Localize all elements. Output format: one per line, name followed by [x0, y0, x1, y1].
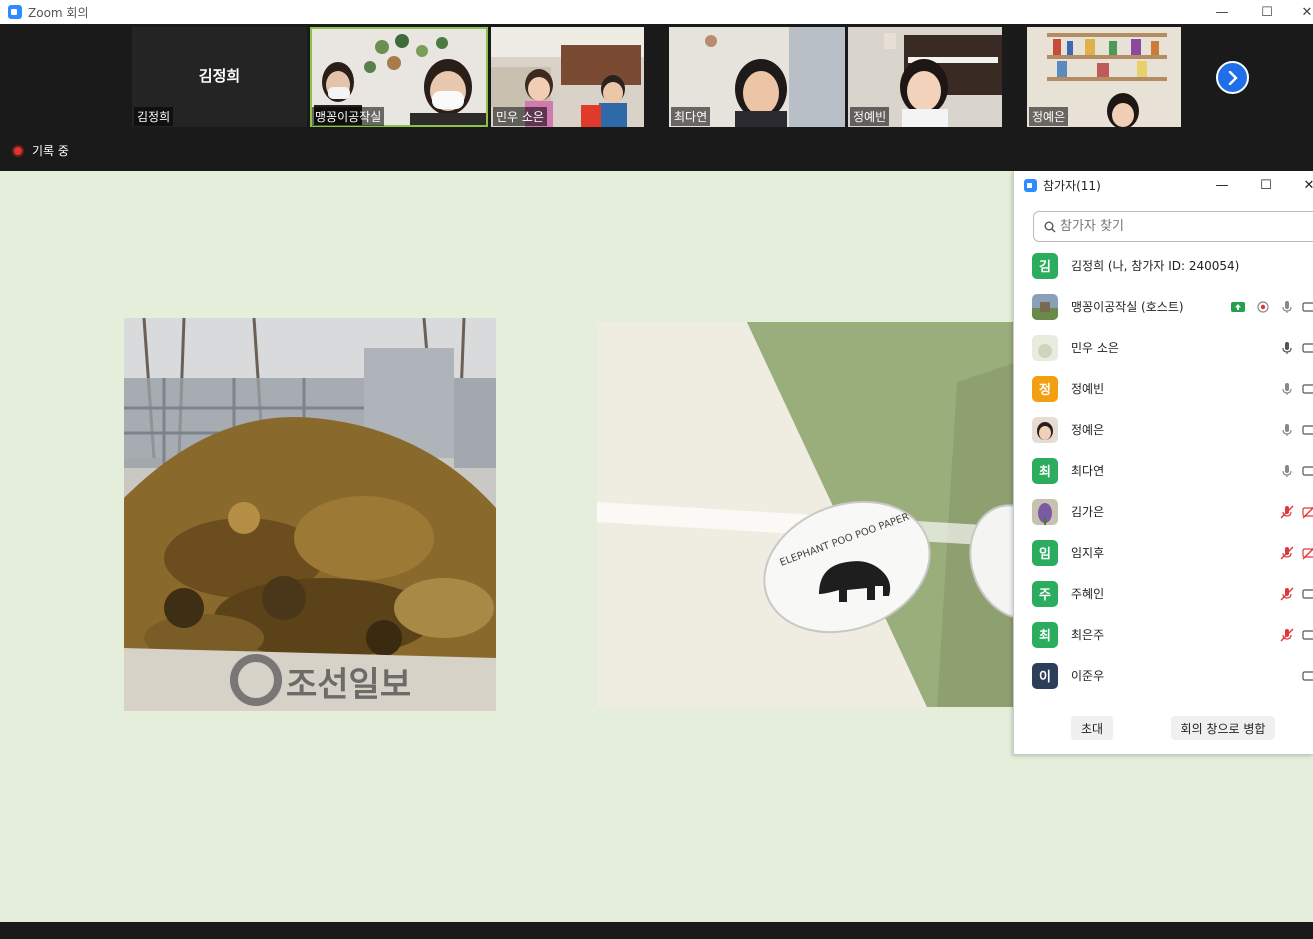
microphone-muted-icon[interactable] [1280, 546, 1294, 560]
participants-panel: 참가자(11) — ☐ ✕ 김 김정희 (나, 참가자 ID: 240054) … [1013, 171, 1313, 755]
video-camera-icon[interactable] [1302, 423, 1313, 437]
tile-name-label: 맹꽁이공작실 [312, 107, 385, 126]
avatar [1032, 416, 1058, 443]
video-tile-self[interactable]: 김정희 김정희 [132, 27, 307, 127]
tile-name-label: 민우 소은 [493, 107, 547, 126]
participant-row[interactable]: 김 김정희 (나, 참가자 ID: 240054) [1014, 245, 1313, 286]
watermark-text: 조선일보 [286, 665, 411, 705]
avatar: 이 [1032, 662, 1058, 689]
avatar [1032, 334, 1058, 361]
next-page-button[interactable] [1216, 61, 1249, 94]
search-icon [1044, 221, 1056, 232]
maximize-button[interactable]: ☐ [1247, 0, 1287, 24]
recording-indicator[interactable]: 기록 중 [12, 142, 69, 159]
video-tile-host[interactable]: 맹꽁이공작실 [310, 27, 488, 127]
video-camera-icon[interactable] [1302, 669, 1313, 683]
invite-button[interactable]: 초대 [1071, 716, 1113, 740]
elephant-paper-photo: ELEPHANT POO POO PAPER [597, 322, 1017, 707]
video-tile-participant[interactable]: 정예은 [1027, 27, 1181, 127]
window-title: Zoom 회의 [28, 5, 89, 20]
avatar: 정 [1032, 375, 1058, 402]
video-camera-icon[interactable] [1302, 464, 1313, 478]
participant-row[interactable]: 최 최다연 [1014, 450, 1313, 491]
microphone-icon[interactable] [1280, 464, 1294, 478]
avatar: 최 [1032, 457, 1058, 484]
record-dot-icon [12, 144, 24, 157]
panel-minimize-button[interactable]: — [1207, 171, 1237, 199]
avatar: 김 [1032, 252, 1058, 279]
tile-name-label: 최다연 [671, 107, 711, 126]
participant-row[interactable]: 김가은 [1014, 491, 1313, 532]
panel-maximize-button[interactable]: ☐ [1251, 171, 1281, 199]
panel-close-button[interactable]: ✕ [1294, 171, 1313, 199]
participant-row[interactable]: 정예은 [1014, 409, 1313, 450]
tile-initial-name: 김정희 [198, 67, 241, 85]
video-tile-participant[interactable]: 민우 소은 [491, 27, 644, 127]
avatar [1032, 293, 1058, 320]
participant-search-input[interactable] [1060, 219, 1290, 234]
video-camera-icon[interactable] [1302, 382, 1313, 396]
participant-name: 정예빈 [1071, 382, 1105, 396]
participant-row[interactable]: 최 최은주 [1014, 614, 1313, 655]
participant-row[interactable]: 임 임지후 [1014, 532, 1313, 573]
participant-row[interactable]: 맹꽁이공작실 (호스트) [1014, 286, 1313, 327]
video-camera-icon[interactable] [1302, 341, 1313, 355]
recording-label: 기록 중 [32, 144, 69, 158]
participant-search[interactable] [1033, 211, 1313, 242]
video-tile-participant[interactable]: 정예빈 [848, 27, 1002, 127]
microphone-icon[interactable] [1280, 382, 1294, 396]
video-camera-icon[interactable] [1302, 628, 1313, 642]
video-camera-icon[interactable] [1302, 587, 1313, 601]
participant-row[interactable]: 주 주혜인 [1014, 573, 1313, 614]
avatar: 임 [1032, 539, 1058, 566]
panel-title: 참가자(11) [1043, 178, 1101, 193]
zoom-app-icon [8, 5, 22, 19]
participant-row[interactable]: 이 이준우 [1014, 655, 1313, 696]
participant-row[interactable]: 정 정예빈 [1014, 368, 1313, 409]
video-strip: 김정희 김정희 맹꽁이공작실 민우 소은 최다연 정예빈 정예은 기록 중 [0, 24, 1313, 171]
microphone-icon[interactable] [1280, 423, 1294, 437]
microphone-icon[interactable] [1280, 341, 1294, 355]
participant-name: 맹꽁이공작실 (호스트) [1071, 300, 1184, 314]
tile-name-label: 김정희 [134, 107, 174, 126]
chevron-right-icon [1228, 70, 1238, 85]
participant-name: 김정희 (나, 참가자 ID: 240054) [1071, 259, 1240, 273]
share-screen-icon [1231, 301, 1245, 312]
zoom-app-icon [1024, 178, 1037, 192]
participant-name: 정예은 [1071, 423, 1105, 437]
microphone-muted-icon[interactable] [1280, 628, 1294, 642]
avatar: 최 [1032, 621, 1058, 648]
participant-name: 최다연 [1071, 464, 1105, 478]
panel-header: 참가자(11) — ☐ ✕ [1014, 171, 1313, 199]
window-titlebar: Zoom 회의 — ☐ ✕ [0, 0, 1313, 24]
video-off-icon[interactable] [1302, 546, 1313, 560]
video-off-icon[interactable] [1302, 505, 1313, 519]
participant-list: 김 김정희 (나, 참가자 ID: 240054) 맹꽁이공작실 (호스트) 민… [1014, 245, 1313, 696]
record-icon [1257, 300, 1269, 313]
microphone-icon[interactable] [1280, 300, 1294, 314]
participant-row[interactable]: 민우 소은 [1014, 327, 1313, 368]
dung-pile-photo: 조선일보 [124, 318, 496, 711]
minimize-button[interactable]: — [1202, 0, 1242, 24]
microphone-muted-icon[interactable] [1280, 505, 1294, 519]
participant-name: 민우 소은 [1071, 341, 1119, 355]
merge-to-meeting-window-button[interactable]: 회의 창으로 병합 [1171, 716, 1275, 740]
avatar: 주 [1032, 580, 1058, 607]
tile-name-label: 정예빈 [850, 107, 890, 126]
participant-name: 김가은 [1071, 505, 1105, 519]
bottom-toolbar [0, 922, 1313, 939]
video-tile-participant[interactable]: 최다연 [669, 27, 845, 127]
participant-name: 임지후 [1071, 546, 1105, 560]
microphone-muted-icon[interactable] [1280, 587, 1294, 601]
participant-name: 최은주 [1071, 628, 1105, 642]
close-button[interactable]: ✕ [1287, 0, 1313, 24]
avatar [1032, 498, 1058, 525]
video-camera-icon[interactable] [1302, 300, 1313, 314]
tile-name-label: 정예은 [1029, 107, 1069, 126]
participant-name: 주혜인 [1071, 587, 1105, 601]
participant-name: 이준우 [1071, 669, 1105, 683]
